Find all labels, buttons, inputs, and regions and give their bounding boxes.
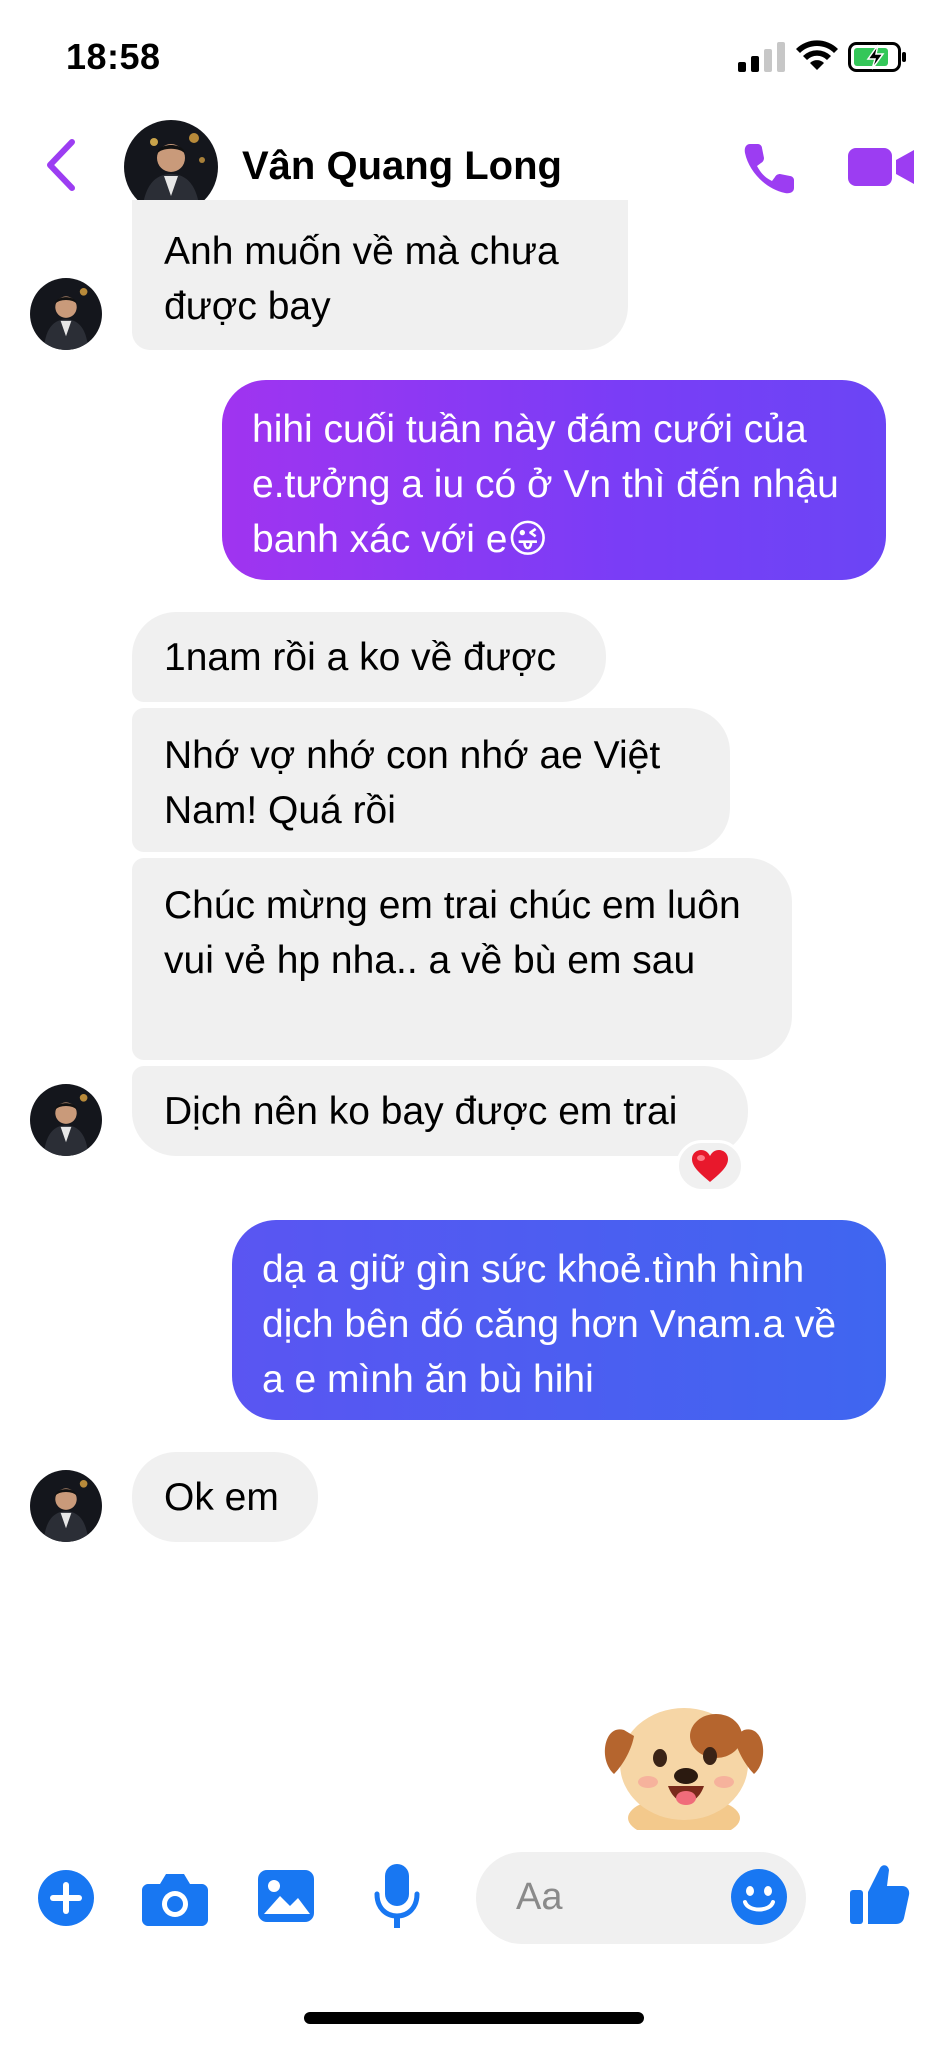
video-call-icon[interactable] — [848, 144, 916, 190]
contact-name[interactable]: Vân Quang Long — [242, 144, 562, 189]
contact-avatar-small[interactable] — [30, 1084, 102, 1156]
message-input-placeholder: Aa — [516, 1876, 563, 1918]
message-bubble-incoming[interactable]: Anh muốn về mà chưa được bay — [132, 200, 628, 350]
message-bubble-incoming[interactable]: Ok em — [132, 1452, 318, 1542]
plus-icon[interactable] — [36, 1868, 96, 1928]
message-bubble-incoming[interactable]: Chúc mừng em trai chúc em luôn vui vẻ hp… — [132, 858, 792, 1060]
puppy-sticker[interactable] — [598, 1690, 770, 1830]
message-bubble-incoming[interactable]: Nhớ vợ nhớ con nhớ ae Việt Nam! Quá rồi — [132, 708, 730, 852]
camera-icon[interactable] — [142, 1870, 208, 1926]
message-text: Nhớ vợ nhớ con nhớ ae Việt Nam! Quá rồi — [164, 734, 661, 832]
microphone-icon[interactable] — [374, 1862, 420, 1932]
contact-avatar-small[interactable] — [30, 278, 102, 350]
message-text: dạ a giữ gìn sức khoẻ.tình hình dịch bên… — [262, 1248, 837, 1401]
heart-icon — [692, 1150, 728, 1182]
home-indicator — [304, 2012, 644, 2024]
message-bubble-outgoing[interactable]: hihi cuối tuần này đám cưới của e.tưởng … — [222, 380, 886, 580]
back-chevron-icon[interactable] — [44, 138, 78, 192]
thumbs-up-icon[interactable] — [848, 1862, 910, 1926]
message-text: Anh muốn về mà chưa được bay — [164, 230, 559, 328]
message-text: Chúc mừng em trai chúc em luôn vui vẻ hp… — [164, 884, 741, 982]
phone-call-icon[interactable] — [740, 138, 800, 198]
message-bubble-outgoing[interactable]: dạ a giữ gìn sức khoẻ.tình hình dịch bên… — [232, 1220, 886, 1420]
message-bubble-incoming[interactable]: Dịch nên ko bay được em trai — [132, 1066, 748, 1156]
message-text: Dịch nên ko bay được em trai — [164, 1090, 678, 1133]
heart-reaction-badge[interactable] — [676, 1140, 744, 1192]
status-time: 18:58 — [66, 36, 161, 77]
message-text: Ok em — [164, 1476, 279, 1519]
emoji-icon[interactable] — [730, 1868, 788, 1926]
message-text: hihi cuối tuần này đám cưới của e.tưởng … — [252, 408, 839, 561]
message-bubble-incoming[interactable]: 1nam rồi a ko về được — [132, 612, 606, 702]
image-icon[interactable] — [256, 1866, 316, 1926]
message-text: 1nam rồi a ko về được — [164, 636, 557, 679]
battery-charging-icon — [848, 42, 906, 72]
contact-avatar-small[interactable] — [30, 1470, 102, 1542]
cellular-signal-icon — [738, 42, 785, 72]
wifi-icon — [796, 40, 838, 70]
